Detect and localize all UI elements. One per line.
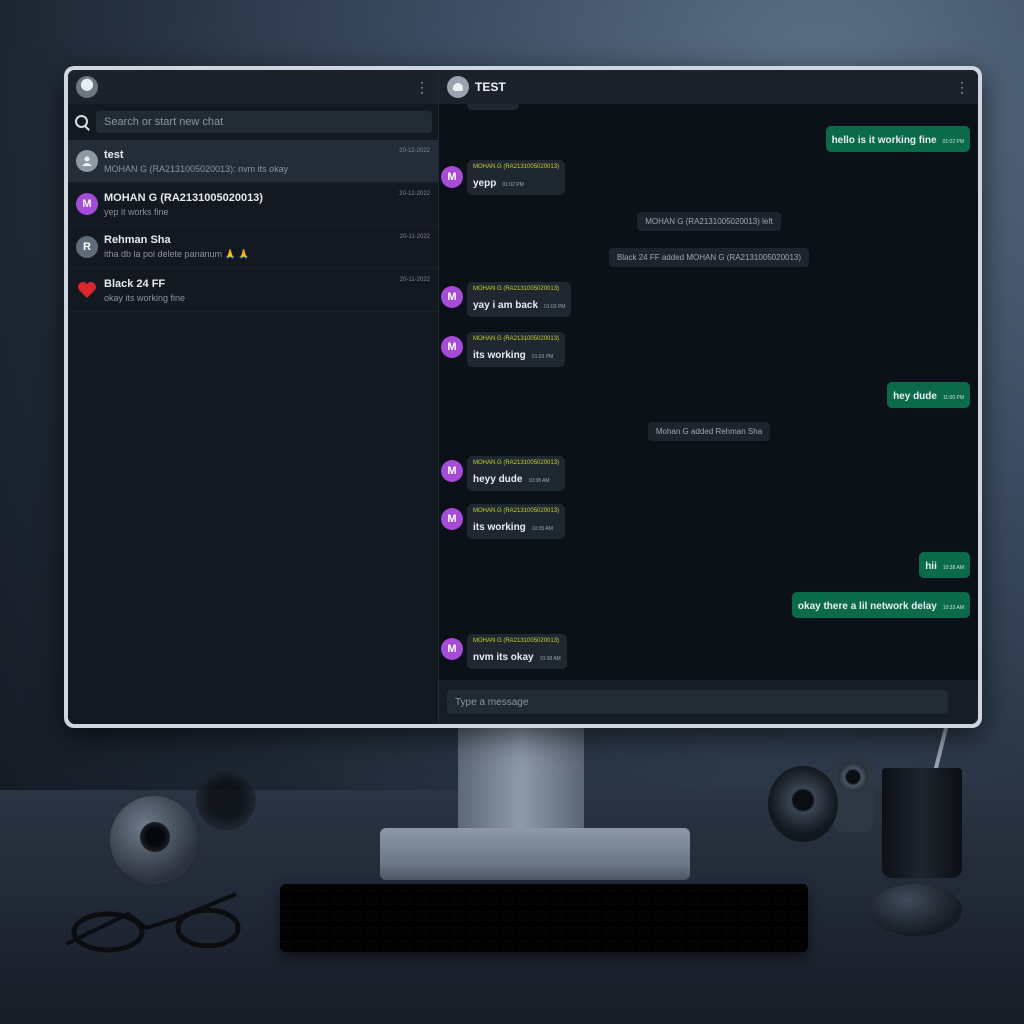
message-text: okay there a lil network delay (797, 601, 937, 612)
chat-list-item[interactable]: test MOHAN G (RA2131005020013): nvm its … (68, 140, 438, 183)
message-time: 11:00 PM (942, 395, 964, 401)
message-text: yay i am back (473, 300, 539, 311)
message-author: MOHAN G (RA2131005020013) (473, 460, 560, 466)
message-time: 10:33 AM (942, 605, 964, 611)
conversation-pane: TEST ⋮ hello is it working fine 01:02 PM … (439, 70, 978, 724)
message-time: 10:38 AM (539, 656, 561, 662)
profile-avatar[interactable] (76, 76, 98, 98)
chat-name: Black 24 FF (104, 277, 166, 290)
conversation-header: TEST ⋮ (439, 70, 978, 104)
message-text: nvm its okay (473, 652, 534, 663)
sidebar: ⋮ test MOHAN G (RA2131005020013): nvm it… (68, 70, 439, 724)
sender-avatar: M (441, 166, 463, 188)
screen: ⋮ test MOHAN G (RA2131005020013): nvm it… (68, 70, 978, 724)
monitor-stand-neck (458, 728, 584, 838)
chat-name: test (104, 148, 124, 161)
message-bubble-incoming: MOHAN G (RA2131005020013) nvm its okay 10… (467, 634, 567, 669)
sender-avatar: M (441, 638, 463, 660)
chat-preview: MOHAN G (RA2131005020013): nvm its okay (104, 163, 289, 174)
chat-date: 20-12-2022 (399, 148, 430, 154)
chat-name: Rehman Sha (104, 234, 171, 246)
message-author: MOHAN G (RA2131005020013) (473, 508, 560, 514)
sidebar-header: ⋮ (68, 70, 438, 104)
search-icon (74, 114, 90, 130)
message-bubble-incoming: MOHAN G (RA2131005020013) yay i am back 0… (467, 282, 572, 317)
conversation-menu-icon[interactable]: ⋮ (954, 79, 970, 96)
system-message: Black 24 FF added MOHAN G (RA21310050200… (608, 248, 810, 267)
speaker-small (832, 756, 874, 832)
sender-avatar: M (441, 460, 463, 482)
mouse (870, 884, 962, 936)
monitor: ⋮ test MOHAN G (RA2131005020013): nvm it… (64, 66, 982, 728)
chat-app: ⋮ test MOHAN G (RA2131005020013): nvm it… (68, 70, 978, 724)
message-time: 01:02 PM (942, 139, 964, 145)
sender-avatar: M (441, 336, 463, 358)
message-text: hey dude (893, 391, 937, 402)
chat-list-item[interactable]: R Rehman Sha itha db la poi delete panan… (68, 226, 438, 269)
message-bubble-outgoing: hello is it working fine 01:02 PM (825, 126, 970, 152)
message-bubble-incoming: MOHAN G (RA2131005020013) its working 10:… (467, 504, 566, 539)
message-author: MOHAN G (RA2131005020013) (473, 164, 560, 170)
message-text: heyy dude (473, 474, 523, 485)
webcam (110, 796, 198, 884)
message-bubble-outgoing: okay there a lil network delay 10:33 AM (791, 592, 970, 618)
keyboard (280, 884, 808, 952)
message-list: hello is it working fine 01:02 PM M MOHAN… (439, 104, 978, 680)
glasses (65, 892, 241, 953)
chat-preview: itha db la poi delete pananum 🙏 🙏 (104, 249, 250, 259)
chat-preview: yep it works fine (104, 206, 169, 217)
chat-avatar: R (76, 236, 98, 258)
message-time: 01:03 PM (531, 354, 554, 360)
system-message: MOHAN G (RA2131005020013) left (637, 212, 781, 231)
message-composer (439, 680, 978, 724)
webcam-secondary (196, 770, 256, 830)
heart-icon (76, 279, 98, 301)
message-author: MOHAN G (RA2131005020013) (473, 336, 560, 342)
sidebar-menu-icon[interactable]: ⋮ (414, 79, 430, 96)
message-bubble-incoming: MOHAN G (RA2131005020013) its working 01:… (467, 332, 566, 367)
message-bubble-incoming: MOHAN G (RA2131005020013) heyy dude 10:38… (467, 456, 566, 491)
group-icon (76, 150, 98, 172)
chat-date: 20-12-2022 (399, 191, 430, 197)
message-bubble (467, 104, 519, 110)
message-bubble-incoming: MOHAN G (RA2131005020013) yepp 01:02 PM (467, 160, 566, 195)
message-text: its working (473, 350, 526, 361)
sender-avatar: M (441, 508, 463, 530)
message-text: its working (473, 522, 526, 533)
chat-preview: okay its working fine (104, 292, 186, 303)
chat-date: 20-11-2022 (399, 277, 430, 283)
message-text: hello is it working fine (831, 135, 937, 146)
chat-list-item[interactable]: M MOHAN G (RA2131005020013) yep it works… (68, 183, 438, 226)
chat-name: MOHAN G (RA2131005020013) (104, 191, 263, 204)
message-text: yepp (473, 178, 497, 189)
message-author: MOHAN G (RA2131005020013) (473, 286, 560, 292)
message-time: 01:03 PM (544, 304, 566, 310)
message-time: 10:35 AM (531, 526, 553, 532)
monitor-stand-base (380, 828, 690, 880)
cup (882, 768, 962, 878)
system-message: Mohan G added Rehman Sha (647, 422, 771, 441)
message-text: hii (925, 561, 937, 572)
message-author: MOHAN G (RA2131005020013) (473, 638, 560, 644)
message-time: 10:38 AM (942, 565, 964, 571)
message-time: 01:02 PM (502, 182, 524, 188)
group-icon[interactable] (447, 76, 469, 98)
chat-date: 20-11-2022 (399, 234, 430, 240)
chat-avatar: M (76, 193, 98, 215)
message-bubble-outgoing: hii 10:38 AM (919, 552, 970, 578)
sender-avatar: M (441, 286, 463, 308)
chat-list-item[interactable]: Black 24 FF okay its working fine 20-11-… (68, 269, 438, 312)
speaker-round (768, 766, 838, 842)
search-input[interactable] (96, 111, 432, 133)
message-bubble-outgoing: hey dude 11:00 PM (887, 382, 970, 408)
search-row (68, 104, 438, 140)
conversation-title: TEST (475, 80, 506, 94)
message-time: 10:38 AM (528, 478, 550, 484)
message-input[interactable] (447, 690, 948, 714)
